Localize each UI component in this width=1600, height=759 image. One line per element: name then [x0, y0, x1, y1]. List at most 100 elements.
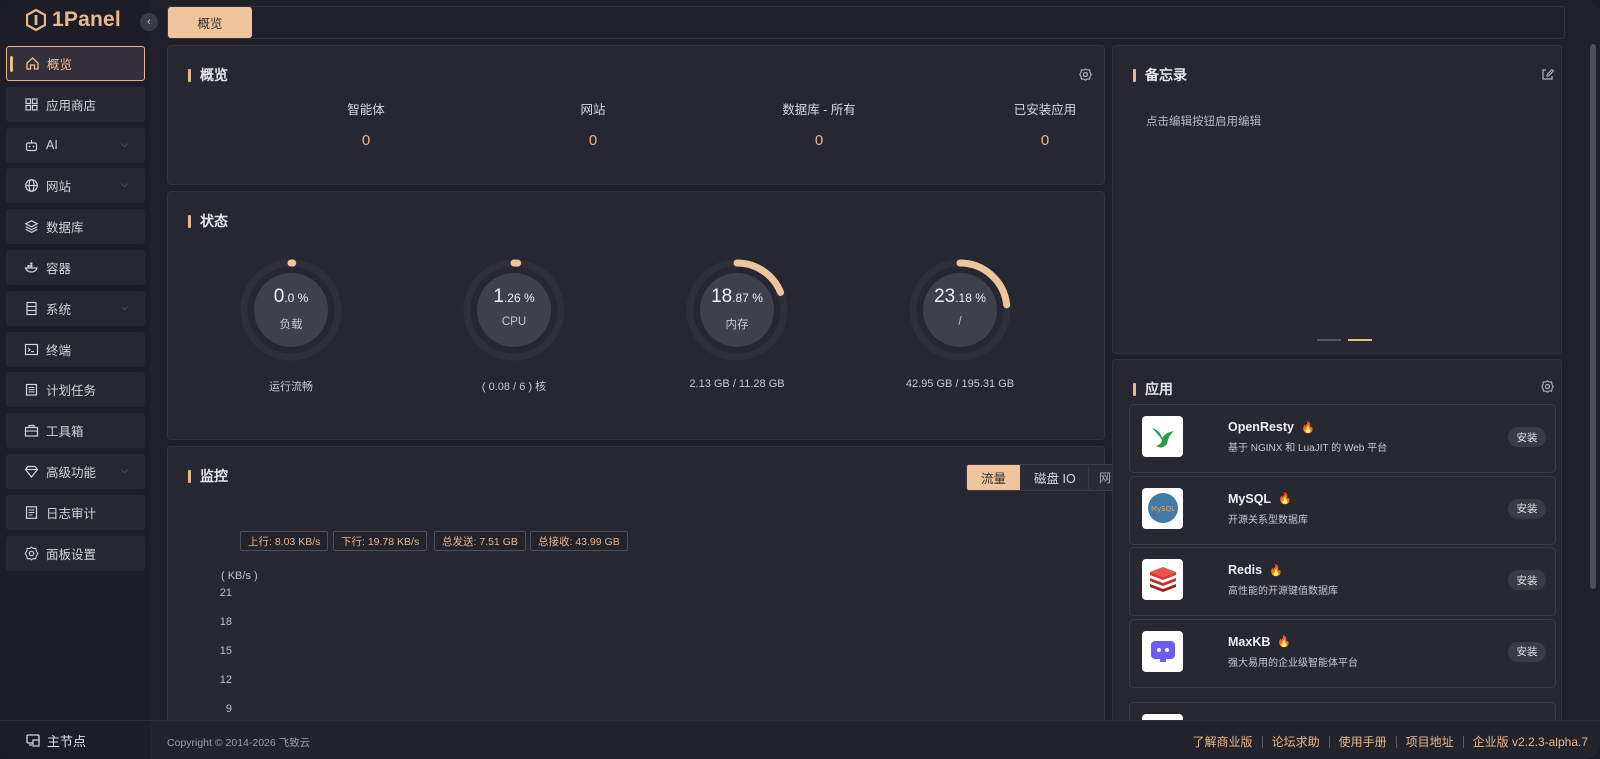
brand-logo[interactable]: 1Panel — [26, 8, 121, 32]
toolbox-icon — [24, 423, 39, 438]
memo-placeholder: 点击编辑按钮启用编辑 — [1146, 116, 1261, 128]
node-switcher[interactable]: 主节点 — [0, 720, 150, 759]
install-button[interactable]: 安装 — [1508, 498, 1546, 519]
sidebar-item[interactable]: 应用商店 — [6, 86, 145, 122]
y-axis-unit: ( KB/s ) — [221, 570, 258, 582]
footer: Copyright © 2014-2026 飞致云 了解商业版 论坛求助 使用手… — [150, 720, 1600, 759]
traffic-tab[interactable]: 流量 — [967, 465, 1021, 490]
pager-dot[interactable] — [1317, 339, 1341, 341]
pager-dot-active[interactable] — [1348, 339, 1372, 341]
app-name-row: MySQL 🔥 — [1228, 492, 1292, 506]
gauge-footer: ( 0.08 / 6 ) 核 — [481, 381, 547, 393]
collapse-sidebar-button[interactable]: ‹ — [140, 13, 158, 31]
redis-logo — [1142, 559, 1183, 600]
version-badge[interactable]: 企业版 v2.2.3-alpha.7 — [1473, 733, 1588, 750]
brand-name: 1Panel — [52, 8, 121, 31]
overview-value: 0 — [1040, 132, 1050, 149]
sidebar-item[interactable]: 终端 — [6, 331, 145, 367]
install-button[interactable]: 安装 — [1508, 641, 1546, 662]
sidebar-item-label: 应用商店 — [46, 98, 97, 113]
edit-icon[interactable] — [1541, 68, 1555, 81]
calendar-icon — [24, 382, 39, 397]
y-tick: 9 — [225, 703, 232, 715]
overview-agents[interactable]: 智能体 0 — [286, 99, 446, 149]
sidebar-item[interactable]: 概览 — [6, 46, 145, 81]
sidebar-item[interactable]: 网站 ⌵ — [6, 168, 145, 204]
sidebar-item[interactable]: 日志审计 — [6, 494, 145, 530]
tab-bar: 概览 — [167, 6, 1565, 39]
hot-fire-icon: 🔥 — [1277, 636, 1292, 648]
y-tick: 12 — [219, 674, 232, 686]
sidebar-item[interactable]: 高级功能 ⌵ — [6, 453, 145, 489]
status-gauge: 1.26 % CPU — [460, 256, 568, 364]
scrollbar[interactable] — [1590, 44, 1596, 589]
sidebar-item[interactable]: 容器 — [6, 249, 145, 285]
overview-settings-icon[interactable] — [1079, 68, 1092, 81]
sidebar-menu: 概览应用商店 AI ⌵ 网站 ⌵ 数据库容器系统 ⌵ 终端计划任务工具箱高级功能 ⌵ 日志审计面板… — [6, 46, 145, 576]
sidebar-item[interactable]: 计划任务 — [6, 372, 145, 408]
overview-websites[interactable]: 网站 0 — [513, 99, 673, 149]
disk-io-tab[interactable]: 磁盘 IO — [1020, 465, 1090, 490]
sidebar-item-label: AI — [46, 138, 58, 153]
gauge-value-int: 0 — [273, 286, 285, 307]
footer-link-project[interactable]: 项目地址 — [1406, 733, 1454, 750]
sidebar-item[interactable]: 系统 ⌵ — [6, 290, 145, 326]
gauge-value-int: 23 — [934, 286, 956, 307]
logo-mark-icon — [26, 9, 46, 31]
sidebar-item[interactable]: AI ⌵ — [6, 127, 145, 163]
tab-overview[interactable]: 概览 — [168, 7, 252, 38]
monitor-card: 监控 流量 磁盘 IO 网卡 所有 ⌵ 上行: 8.03 KB/s 下行: 19… — [167, 446, 1254, 746]
status-title: 状态 — [188, 211, 228, 231]
gauge-value-dec: .87 % — [732, 291, 763, 305]
overview-title: 概览 — [188, 65, 228, 85]
sidebar-item-label: 日志审计 — [46, 506, 97, 521]
sidebar-item-label: 工具箱 — [46, 425, 84, 440]
divider — [1395, 735, 1397, 748]
install-button[interactable]: 安装 — [1508, 427, 1546, 447]
status-gauge: 0.0 % 负载 — [237, 256, 345, 364]
sidebar-item[interactable]: 工具箱 — [6, 413, 145, 449]
divider — [1328, 735, 1330, 748]
install-button[interactable]: 安装 — [1508, 570, 1546, 590]
overview-databases[interactable]: 数据库 - 所有 0 — [739, 99, 899, 149]
y-tick: 18 — [219, 616, 232, 628]
app-item[interactable]: MySQL MySQL 🔥 开源关系型数据库 安装 — [1129, 475, 1556, 545]
maxkb-logo — [1142, 630, 1183, 672]
sidebar-item-label: 网站 — [46, 180, 72, 195]
gauge-label: 内存 — [725, 319, 749, 331]
openresty-logo — [1142, 416, 1183, 457]
grid-icon — [24, 97, 39, 112]
app-item[interactable]: Redis 🔥 高性能的开源键值数据库 安装 — [1129, 547, 1556, 616]
sidebar-item-label: 数据库 — [46, 221, 84, 236]
monitor-title: 监控 — [188, 466, 228, 486]
node-label: 主节点 — [47, 733, 87, 749]
app-item[interactable]: OpenResty 🔥 基于 NGINX 和 LuaJIT 的 Web 平台 安装 — [1129, 404, 1556, 473]
status-gauge: 18.87 % 内存 — [683, 256, 791, 364]
overview-value: 0 — [814, 132, 824, 149]
memo-card: 备忘录 点击编辑按钮启用编辑 — [1112, 45, 1562, 354]
gauge-center: 1.26 % CPU — [477, 273, 551, 347]
app-description: 开源关系型数据库 — [1228, 514, 1308, 526]
footer-link-manual[interactable]: 使用手册 — [1339, 733, 1387, 750]
sidebar-item-label: 面板设置 — [46, 547, 97, 562]
total-sent-tag: 总发送: 7.51 GB — [434, 531, 526, 551]
status-card: 状态 0.0 % 负载 运行流畅 1.26 % CPU ( 0.08 / 6 ) 核 18.… — [167, 191, 1105, 440]
gear-icon — [24, 546, 39, 561]
sidebar-item[interactable]: 面板设置 — [6, 535, 145, 571]
footer-link-commercial[interactable]: 了解商业版 — [1193, 733, 1253, 750]
overview-installed-apps[interactable]: 已安装应用 0 — [965, 99, 1125, 149]
app-name: MySQL — [1228, 491, 1272, 506]
app-name: Redis — [1228, 563, 1263, 577]
upload-rate-tag: 上行: 8.03 KB/s — [240, 531, 329, 551]
app-window: 1Panel ‹ 概览应用商店 AI ⌵ 网站 ⌵ 数据库容器系统 ⌵ 终端计划任务工具箱高级… — [0, 0, 1600, 759]
apps-settings-icon[interactable] — [1541, 380, 1554, 393]
gauge-value-int: 1 — [493, 286, 504, 307]
gauge-footer: 运行流畅 — [269, 381, 313, 393]
gauge-footer: 2.13 GB / 11.28 GB — [689, 378, 785, 390]
sidebar-item[interactable]: 数据库 — [6, 209, 145, 245]
gauge-value-dec: .26 % — [503, 291, 535, 305]
footer-link-forum[interactable]: 论坛求助 — [1272, 733, 1320, 750]
status-gauge: 23.18 % / — [906, 256, 1014, 364]
sidebar-item-label: 计划任务 — [46, 384, 97, 399]
app-item[interactable]: MaxKB 🔥 强大易用的企业级智能体平台 安装 — [1129, 618, 1556, 688]
